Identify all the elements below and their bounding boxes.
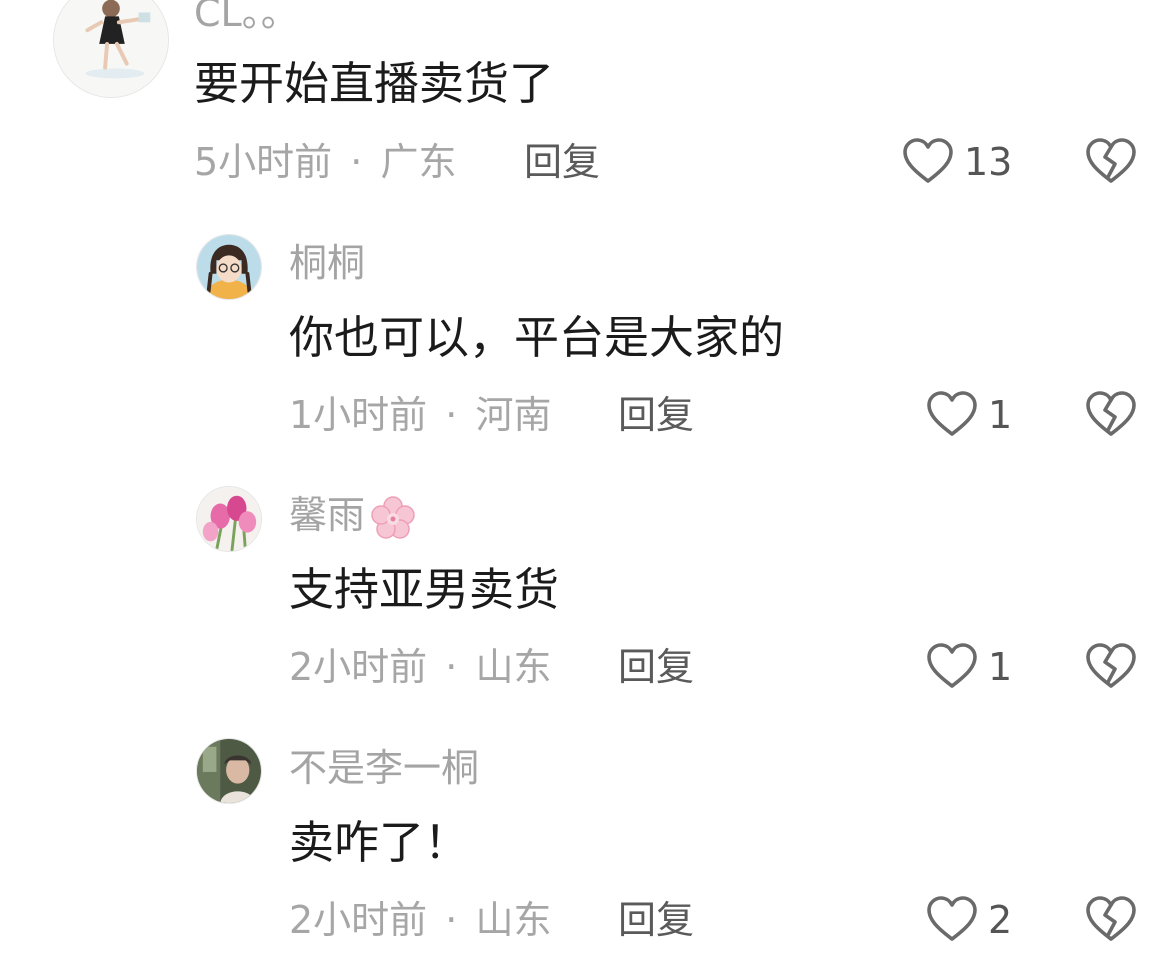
broken-heart-icon[interactable] <box>1085 390 1137 438</box>
photo-avatar-icon <box>197 739 261 803</box>
meta-separator: · <box>445 645 458 689</box>
reply-item: 桐桐 你也可以，平台是大家的 1小时前 · 河南 回复 1 <box>0 230 1176 460</box>
like-count: 1 <box>988 393 1013 437</box>
comment-text: 你也可以，平台是大家的 <box>289 311 785 364</box>
meta-separator: · <box>445 898 458 942</box>
reply-item: 不是李一桐 卖咋了！ 2小时前 · 山东 回复 2 <box>0 735 1176 953</box>
cherry-blossom-icon <box>371 495 415 539</box>
avatar[interactable] <box>196 738 262 804</box>
comment-meta: 2小时前 · 山东 <box>289 644 551 690</box>
reply-button[interactable]: 回复 <box>618 392 694 438</box>
reply-button[interactable]: 回复 <box>618 897 694 943</box>
comment-location: 广东 <box>380 140 457 184</box>
comment-meta: 2小时前 · 山东 <box>289 897 551 943</box>
comment-meta: 1小时前 · 河南 <box>289 392 551 438</box>
like-count: 13 <box>964 140 1013 184</box>
heart-icon[interactable] <box>926 390 978 438</box>
girl-cartoon-avatar-icon <box>54 0 168 97</box>
heart-icon[interactable] <box>902 137 954 185</box>
comment-location: 山东 <box>475 645 552 689</box>
comment-text: 卖咋了！ <box>289 816 470 869</box>
comment-location: 山东 <box>475 898 552 942</box>
username[interactable]: CL。。 <box>194 0 299 36</box>
username[interactable]: 桐桐 <box>289 240 365 286</box>
username-text: 馨雨 <box>289 493 366 537</box>
comment-time: 5小时前 <box>194 140 333 184</box>
comment-thread: CL。。 要开始直播卖货了 5小时前 · 广东 回复 13 桐桐 你也可以，平台… <box>0 0 1176 953</box>
reply-button[interactable]: 回复 <box>618 644 694 690</box>
avatar[interactable] <box>196 234 262 300</box>
meta-separator: · <box>350 140 363 184</box>
comment-text: 支持亚男卖货 <box>289 563 560 616</box>
broken-heart-icon[interactable] <box>1085 895 1137 943</box>
username[interactable]: 馨雨 <box>289 492 417 542</box>
username[interactable]: 不是李一桐 <box>289 745 479 791</box>
comment-time: 1小时前 <box>289 393 428 437</box>
avatar[interactable] <box>53 0 169 98</box>
comment-location: 河南 <box>475 393 552 437</box>
avatar[interactable] <box>196 486 262 552</box>
comment-time: 2小时前 <box>289 645 428 689</box>
comment-time: 2小时前 <box>289 898 428 942</box>
broken-heart-icon[interactable] <box>1085 137 1137 185</box>
like-count: 1 <box>988 645 1013 689</box>
tulip-avatar-icon <box>197 487 261 551</box>
reply-button[interactable]: 回复 <box>524 139 600 185</box>
heart-icon[interactable] <box>926 642 978 690</box>
reply-item: 馨雨 支持亚男卖货 2小时前 · 山东 回复 1 <box>0 482 1176 712</box>
comment-meta: 5小时前 · 广东 <box>194 139 456 185</box>
comment-text: 要开始直播卖货了 <box>194 57 555 110</box>
broken-heart-icon[interactable] <box>1085 642 1137 690</box>
girl-glasses-avatar-icon <box>197 235 261 299</box>
comment-item: CL。。 要开始直播卖货了 5小时前 · 广东 回复 13 <box>0 0 1176 200</box>
meta-separator: · <box>445 393 458 437</box>
heart-icon[interactable] <box>926 895 978 943</box>
like-count: 2 <box>988 898 1013 942</box>
